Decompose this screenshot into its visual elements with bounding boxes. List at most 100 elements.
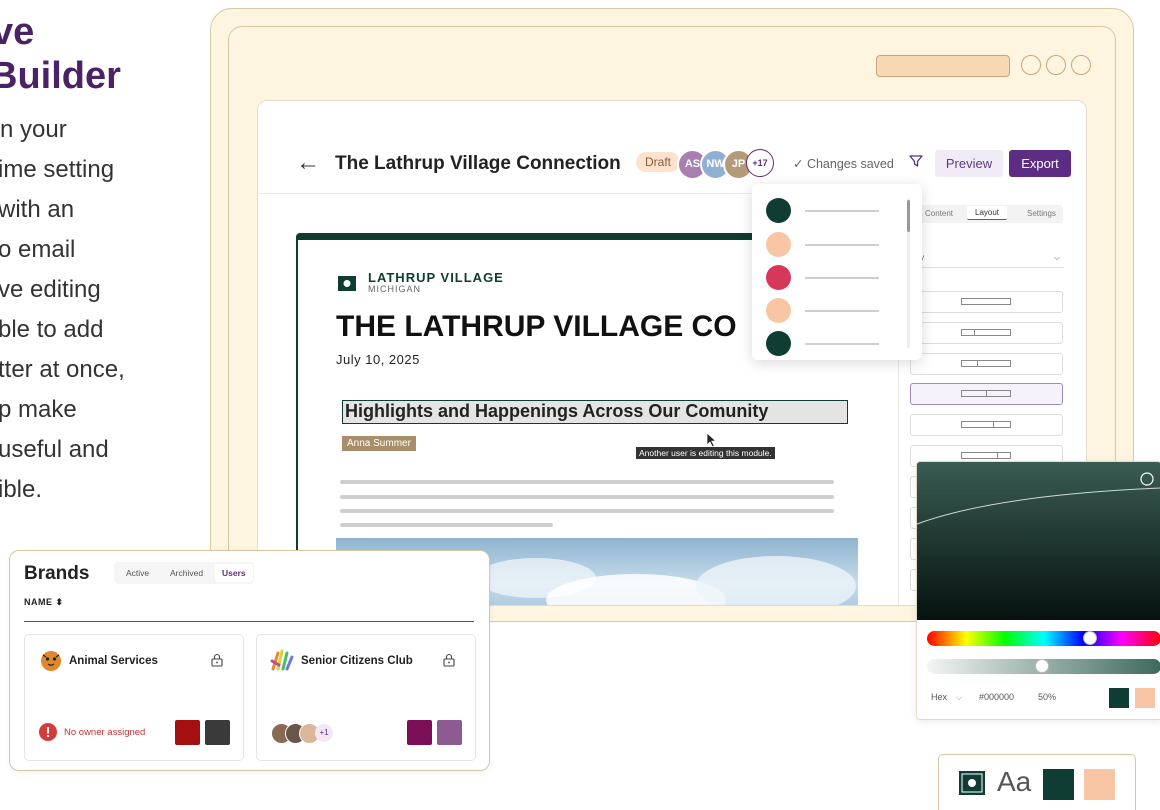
window-control-dot[interactable]: [1021, 55, 1041, 75]
brands-title: Brands: [24, 563, 90, 584]
panel-tabs: Content Layout Settings: [911, 205, 1063, 223]
back-arrow-icon[interactable]: ←: [296, 149, 320, 177]
recent-color-swatch[interactable]: [1109, 688, 1129, 708]
opacity-input[interactable]: 50%: [1038, 692, 1056, 702]
editor-topbar: ← The Lathrup Village Connection Draft A…: [258, 101, 1086, 194]
save-status: ✓ Changes saved: [793, 157, 894, 171]
status-badge: Draft: [636, 152, 681, 172]
hero-title-line-1: ve: [0, 11, 35, 53]
highlight-module-title[interactable]: Highlights and Happenings Across Our Com…: [342, 400, 848, 424]
layout-option[interactable]: [910, 353, 1063, 375]
hero-line: ible.: [0, 476, 43, 503]
tab-content[interactable]: Content: [925, 209, 953, 218]
owners-more-badge[interactable]: +1: [315, 724, 333, 742]
hero-line: ble to add: [0, 316, 104, 343]
color-swatch[interactable]: [766, 331, 791, 356]
tiger-icon: [41, 651, 61, 671]
tab-users[interactable]: Users: [215, 564, 253, 582]
hex-input[interactable]: #000000: [979, 692, 1014, 702]
lathrup-village-logo: [338, 276, 356, 291]
warning-icon: [39, 723, 57, 741]
swatch-label-line: [805, 210, 879, 212]
picker-curve: [917, 472, 1160, 525]
brand-name: Senior Citizens Club: [301, 655, 413, 667]
hero-line: n your: [0, 116, 67, 143]
layout-option-selected[interactable]: [910, 383, 1063, 405]
layout-option[interactable]: [910, 291, 1063, 313]
color-swatch[interactable]: [766, 232, 791, 257]
window-address-pill: [876, 55, 1010, 77]
brand-color-swatch[interactable]: [407, 720, 432, 745]
chevron-down-icon: ⌵: [955, 692, 963, 702]
layout-option[interactable]: [910, 322, 1063, 344]
brand-color-swatch[interactable]: [205, 720, 230, 745]
layout-select[interactable]: npty ⌵: [909, 253, 1064, 268]
color-swatch[interactable]: [766, 265, 791, 290]
hero-line: p make: [0, 396, 77, 423]
swatch-label-line: [805, 244, 879, 246]
text-placeholder-line: [340, 523, 553, 527]
color-format-value: Hex: [931, 692, 948, 702]
chevron-down-icon: ⌵: [1053, 253, 1060, 262]
window-control-dot[interactable]: [1071, 55, 1091, 75]
brands-panel: Brands Active Archived Users NAME ⬍ Anim…: [9, 550, 490, 771]
color-format-select[interactable]: Hex ⌵: [931, 692, 962, 703]
window-control-dot[interactable]: [1046, 55, 1066, 75]
scrollbar-thumb[interactable]: [907, 200, 910, 232]
color-picker: Hex ⌵ #000000 50%: [916, 461, 1160, 720]
newsletter-brand-subtitle: MICHIGAN: [368, 284, 421, 294]
newsletter-date[interactable]: July 10, 2025: [336, 352, 420, 367]
text-placeholder-line: [340, 480, 834, 484]
hero-title-line-2: Builder: [0, 55, 121, 97]
scrollbar[interactable]: [907, 198, 910, 348]
brand-logo: [959, 771, 985, 795]
hands-icon: [270, 649, 294, 671]
swatch-label-line: [805, 277, 879, 279]
filter-icon[interactable]: [909, 154, 923, 168]
newsletter-headline[interactable]: THE LATHRUP VILLAGE CO: [336, 310, 737, 344]
editing-tooltip: Another user is editing this module.: [636, 447, 775, 459]
layout-option[interactable]: [910, 414, 1063, 436]
document-title: The Lathrup Village Connection: [335, 153, 621, 174]
lock-icon[interactable]: [211, 653, 223, 667]
editing-user-tag: Anna Summer: [342, 436, 416, 451]
text-placeholder-line: [340, 495, 834, 499]
hero-line: tter at once,: [0, 356, 125, 383]
brand-color-swatch[interactable]: [437, 720, 462, 745]
newsletter-brand: LATHRUP VILLAGE: [368, 270, 504, 285]
preview-button[interactable]: Preview: [935, 150, 1003, 177]
name-column-header[interactable]: NAME ⬍: [24, 597, 64, 608]
hero-line: o email: [0, 236, 76, 263]
hue-slider[interactable]: [927, 631, 1160, 646]
recent-color-swatch[interactable]: [1135, 688, 1155, 708]
color-swatch[interactable]: [766, 298, 791, 323]
saturation-value-area[interactable]: [917, 462, 1160, 620]
export-button[interactable]: Export: [1009, 150, 1071, 177]
cursor-icon: [706, 432, 718, 448]
tab-layout[interactable]: Layout: [967, 206, 1008, 220]
no-owner-warning: No owner assigned: [64, 727, 146, 738]
brands-tabs: Active Archived Users: [114, 562, 254, 584]
hero-line: with an: [0, 196, 75, 223]
hero-title: ve Builder: [0, 10, 121, 98]
swatch-label-line: [805, 310, 879, 312]
hero-line: useful and: [0, 436, 109, 463]
tab-archived[interactable]: Archived: [170, 568, 203, 578]
color-swatch[interactable]: [766, 198, 791, 223]
swatch-label-line: [805, 343, 879, 345]
brand-color-swatch[interactable]: [1043, 769, 1074, 800]
lock-icon[interactable]: [443, 653, 455, 667]
brand-kit-strip: Aa: [938, 754, 1136, 810]
tab-active[interactable]: Active: [126, 568, 149, 578]
tab-settings[interactable]: Settings: [1027, 209, 1056, 218]
font-sample: Aa: [997, 766, 1032, 797]
divider: [24, 621, 474, 622]
collaborators-more-badge[interactable]: +17: [746, 149, 774, 177]
opacity-slider-handle[interactable]: [1034, 659, 1049, 673]
brand-card[interactable]: Animal Services No owner assigned: [24, 634, 244, 761]
brand-card[interactable]: Senior Citizens Club +1: [256, 634, 476, 761]
brand-color-swatch[interactable]: [175, 720, 200, 745]
text-placeholder-line: [340, 509, 834, 513]
brand-color-swatch[interactable]: [1084, 769, 1115, 800]
hero-line: ime setting: [0, 156, 115, 183]
